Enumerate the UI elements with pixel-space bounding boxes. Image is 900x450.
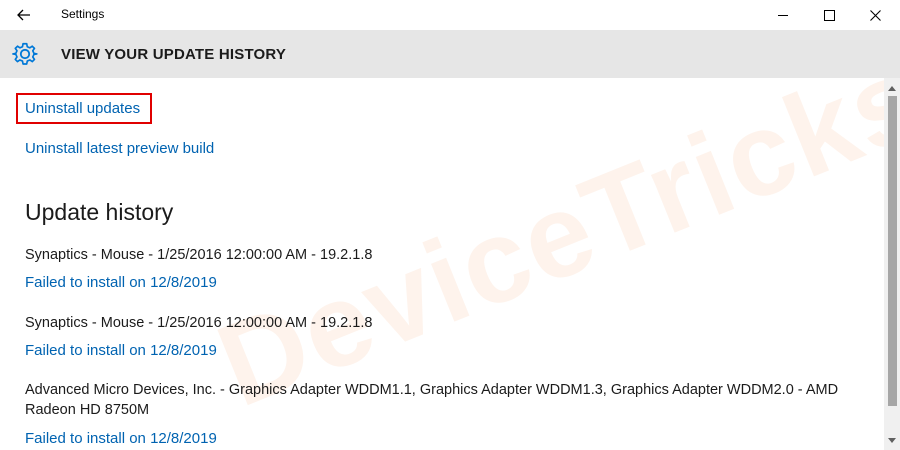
scroll-down-button[interactable]: [884, 434, 900, 446]
back-arrow-icon: [17, 9, 30, 21]
back-button[interactable]: [8, 2, 40, 28]
close-button[interactable]: [852, 0, 898, 30]
maximize-icon: [823, 9, 835, 21]
history-entry-status-link[interactable]: Failed to install on 12/8/2019: [25, 274, 217, 291]
update-history-title: Update history: [25, 199, 174, 225]
history-entry-name: Synaptics - Mouse - 1/25/2016 12:00:00 A…: [25, 315, 373, 331]
scroll-thumb[interactable]: [888, 96, 897, 406]
gear-icon: [12, 42, 38, 65]
title-bar: Settings: [0, 0, 900, 30]
history-entry-status-link[interactable]: Failed to install on 12/8/2019: [25, 430, 217, 447]
minimize-icon: [777, 14, 788, 16]
maximize-button[interactable]: [806, 0, 852, 30]
history-entry-name: Advanced Micro Devices, Inc. - Graphics …: [25, 382, 839, 418]
page-header: VIEW YOUR UPDATE HISTORY: [0, 30, 900, 78]
history-entry-name: Synaptics - Mouse - 1/25/2016 12:00:00 A…: [25, 247, 373, 263]
uninstall-preview-build-link[interactable]: Uninstall latest preview build: [25, 140, 214, 157]
content-area: DeviceTricks Uninstall updates Uninstall…: [0, 78, 884, 450]
minimize-button[interactable]: [760, 0, 806, 30]
settings-window: Settings VIEW YOUR UPDATE HISTORY Device…: [0, 0, 900, 450]
page-title: VIEW YOUR UPDATE HISTORY: [61, 46, 287, 63]
history-entry-status-link[interactable]: Failed to install on 12/8/2019: [25, 342, 217, 359]
chevron-up-icon: [888, 85, 896, 91]
close-icon: [869, 9, 881, 21]
scroll-up-button[interactable]: [884, 82, 900, 94]
window-title: Settings: [61, 7, 105, 21]
chevron-down-icon: [888, 437, 896, 443]
uninstall-updates-link[interactable]: Uninstall updates: [25, 100, 140, 117]
vertical-scrollbar[interactable]: [884, 78, 900, 450]
